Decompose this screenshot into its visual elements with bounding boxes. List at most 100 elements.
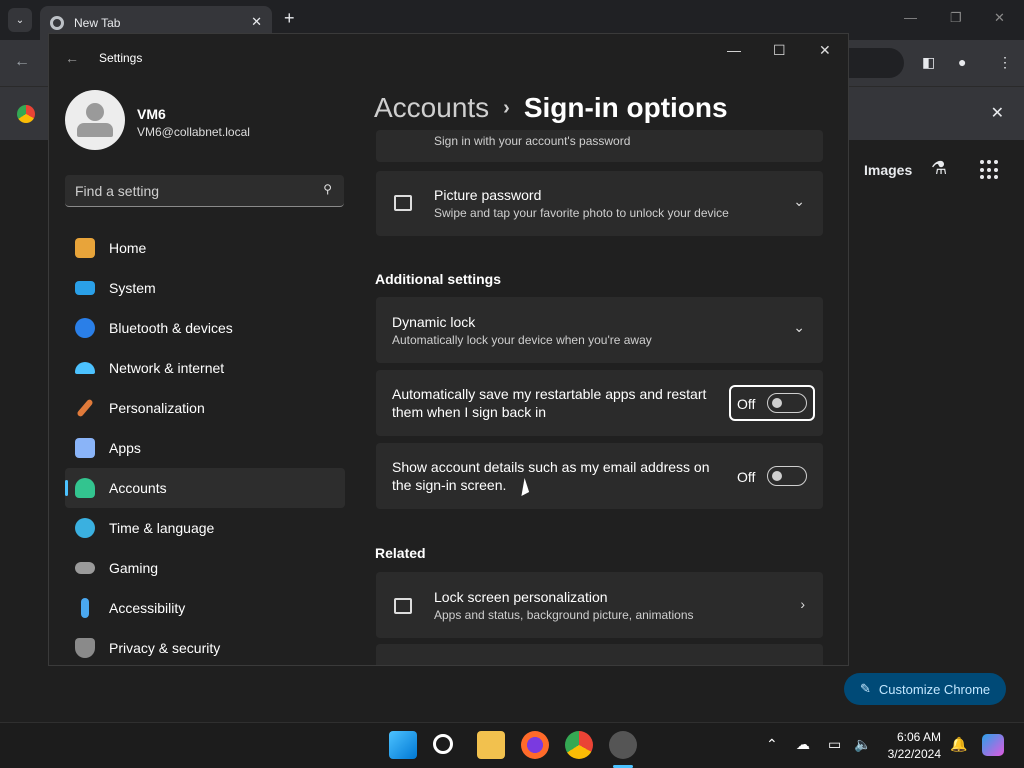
breadcrumb-parent[interactable]: Accounts bbox=[374, 92, 489, 124]
restore-icon[interactable]: ❐ bbox=[950, 10, 962, 26]
network-icon[interactable]: ▭ bbox=[828, 736, 841, 753]
profile-email: VM6@collabnet.local bbox=[137, 125, 250, 139]
firefox-icon[interactable] bbox=[521, 731, 549, 759]
chevron-right-icon[interactable]: › bbox=[800, 596, 805, 612]
address-bar[interactable] bbox=[840, 48, 904, 78]
page-title: Sign-in options bbox=[523, 92, 728, 123]
globe-icon bbox=[75, 518, 95, 538]
apps-icon bbox=[75, 438, 95, 458]
minimize-icon[interactable]: — bbox=[904, 10, 917, 25]
chevron-down-icon[interactable]: ⌄ bbox=[793, 193, 805, 210]
minimize-icon[interactable]: — bbox=[727, 42, 741, 58]
sidebar-item-system[interactable]: System bbox=[65, 268, 345, 308]
close-icon[interactable]: ✕ bbox=[994, 10, 1005, 26]
clock-date[interactable]: 3/22/2024 bbox=[885, 747, 941, 761]
search-input[interactable]: Find a setting ⚲ bbox=[65, 175, 344, 207]
sidebar-item-label: Bluetooth & devices bbox=[109, 320, 233, 336]
customize-chrome-label: Customize Chrome bbox=[878, 681, 991, 697]
sidebar-item-personalization[interactable]: Personalization bbox=[65, 388, 345, 428]
sidebar-item-privacy[interactable]: Privacy & security bbox=[65, 628, 345, 665]
card-title-line2: them when I sign back in bbox=[392, 404, 547, 420]
lock-screen-card[interactable]: Lock screen personalization Apps and sta… bbox=[376, 572, 823, 638]
maximize-icon[interactable]: ☐ bbox=[773, 42, 786, 59]
close-icon[interactable]: ✕ bbox=[819, 42, 831, 59]
labs-flask-icon[interactable]: ⚗ bbox=[931, 158, 947, 179]
sidebar-item-time-language[interactable]: Time & language bbox=[65, 508, 345, 548]
card-text: Picture password Swipe and tap your favo… bbox=[434, 187, 729, 220]
card-subtitle: Sign in with your account's password bbox=[434, 134, 631, 148]
tab-title: New Tab bbox=[74, 16, 121, 30]
breadcrumb-separator-icon: › bbox=[503, 96, 510, 119]
side-panel-icon[interactable]: ◧ bbox=[922, 54, 935, 71]
bluetooth-icon bbox=[75, 318, 95, 338]
card-subtitle: Automatically lock your device when you'… bbox=[392, 333, 652, 347]
sidebar-item-label: Home bbox=[109, 240, 147, 256]
chrome-tab-icon bbox=[50, 16, 64, 30]
new-tab-button[interactable]: + bbox=[284, 8, 295, 29]
copilot-icon[interactable] bbox=[982, 734, 1004, 756]
chevron-down-icon[interactable]: ⌄ bbox=[793, 319, 805, 336]
card-title-line1: Show account details such as my email ad… bbox=[392, 459, 710, 475]
pencil-icon: ✎ bbox=[860, 681, 871, 696]
sidebar-item-apps[interactable]: Apps bbox=[65, 428, 345, 468]
sidebar-item-label: System bbox=[109, 280, 156, 296]
profile-icon[interactable]: ● bbox=[958, 54, 966, 70]
start-icon[interactable] bbox=[389, 731, 417, 759]
avatar bbox=[65, 90, 125, 150]
breadcrumb: Accounts › Sign-in options bbox=[374, 92, 728, 124]
menu-dots-icon[interactable]: ⋮ bbox=[998, 54, 1012, 71]
back-arrow-icon[interactable]: ← bbox=[14, 53, 30, 71]
search-icon: ⚲ bbox=[323, 182, 332, 196]
sidebar-item-label: Privacy & security bbox=[109, 640, 221, 656]
card-title-line1: Automatically save my restartable apps a… bbox=[392, 386, 707, 402]
sidebar-item-home[interactable]: Home bbox=[65, 228, 345, 268]
taskbar: ⌃ ☁ ▭ 🔈 6:06 AM 3/22/2024 🔔 bbox=[0, 722, 1024, 768]
chevron-up-icon[interactable]: ⌃ bbox=[766, 736, 778, 753]
sidebar-item-label: Accounts bbox=[109, 480, 167, 496]
card-title-line2: the sign-in screen. bbox=[392, 477, 507, 493]
next-card[interactable] bbox=[376, 644, 823, 665]
account-details-card: Show account details such as my email ad… bbox=[376, 443, 823, 509]
settings-icon[interactable] bbox=[609, 731, 637, 759]
cloud-offline-icon[interactable]: ☁ bbox=[796, 736, 810, 753]
sidebar-item-accessibility[interactable]: Accessibility bbox=[65, 588, 345, 628]
brush-icon bbox=[76, 398, 94, 418]
accounts-icon bbox=[75, 478, 95, 498]
accessibility-icon bbox=[81, 598, 89, 618]
chrome-icon[interactable] bbox=[565, 731, 593, 759]
window-title: Settings bbox=[99, 51, 143, 65]
sidebar-item-gaming[interactable]: Gaming bbox=[65, 548, 345, 588]
card-title: Dynamic lock bbox=[392, 314, 476, 330]
card-text: Show account details such as my email ad… bbox=[392, 459, 710, 493]
card-text: Automatically save my restartable apps a… bbox=[392, 386, 706, 420]
shield-icon bbox=[75, 638, 95, 658]
restart-apps-toggle[interactable] bbox=[767, 393, 807, 413]
sidebar-item-label: Gaming bbox=[109, 560, 159, 576]
file-explorer-icon[interactable] bbox=[477, 731, 505, 759]
images-link[interactable]: Images bbox=[864, 162, 912, 178]
search-icon[interactable] bbox=[433, 734, 453, 754]
volume-muted-icon[interactable]: 🔈 bbox=[854, 736, 871, 753]
chrome-logo-icon bbox=[17, 105, 35, 123]
section-heading: Additional settings bbox=[375, 271, 501, 287]
tab-search-button[interactable]: ⌄ bbox=[8, 8, 32, 32]
back-arrow-icon[interactable]: ← bbox=[65, 50, 79, 66]
sidebar-nav: Home System Bluetooth & devices Network … bbox=[65, 228, 345, 665]
sidebar-item-label: Time & language bbox=[109, 520, 215, 536]
picture-password-card[interactable]: Picture password Swipe and tap your favo… bbox=[376, 171, 823, 236]
customize-chrome-button[interactable]: ✎ Customize Chrome bbox=[844, 673, 1006, 705]
password-card[interactable]: Sign in with your account's password bbox=[376, 130, 823, 162]
clock-time[interactable]: 6:06 AM bbox=[885, 730, 941, 744]
info-bar-close-icon[interactable]: ✕ bbox=[991, 103, 1004, 123]
card-title: Lock screen personalization bbox=[434, 589, 608, 605]
account-details-toggle[interactable] bbox=[767, 466, 807, 486]
sidebar-item-bluetooth[interactable]: Bluetooth & devices bbox=[65, 308, 345, 348]
dynamic-lock-card[interactable]: Dynamic lock Automatically lock your dev… bbox=[376, 297, 823, 363]
tab-close-icon[interactable]: ✕ bbox=[251, 14, 262, 30]
sidebar-item-network[interactable]: Network & internet bbox=[65, 348, 345, 388]
card-title: Picture password bbox=[434, 187, 542, 203]
notification-bell-icon[interactable]: 🔔 bbox=[950, 736, 967, 753]
sidebar-item-accounts[interactable]: Accounts bbox=[65, 468, 345, 508]
google-apps-icon[interactable] bbox=[980, 160, 1000, 180]
home-icon bbox=[75, 238, 95, 258]
